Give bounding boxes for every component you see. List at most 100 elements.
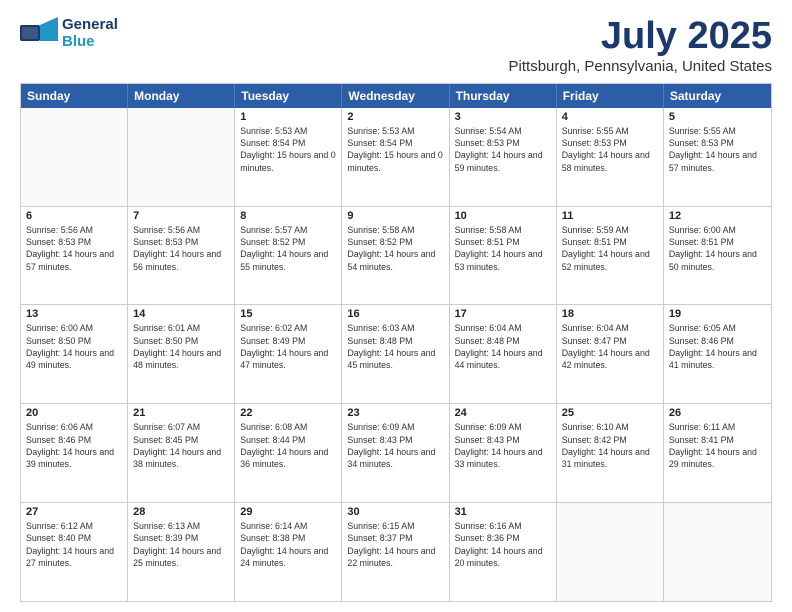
calendar-cell: 22 Sunrise: 6:08 AMSunset: 8:44 PMDayligh… [235,404,342,502]
day-number: 7 [133,210,229,222]
cell-info: Sunrise: 6:12 AMSunset: 8:40 PMDaylight:… [26,520,122,569]
logo: General Blue [20,16,118,50]
calendar-cell: 26 Sunrise: 6:11 AMSunset: 8:41 PMDayligh… [664,404,771,502]
day-number: 27 [26,506,122,518]
cell-info: Sunrise: 6:01 AMSunset: 8:50 PMDaylight:… [133,322,229,371]
cell-info: Sunrise: 5:57 AMSunset: 8:52 PMDaylight:… [240,224,336,273]
calendar-cell [21,108,128,206]
calendar-cell: 14 Sunrise: 6:01 AMSunset: 8:50 PMDayligh… [128,305,235,403]
day-number: 18 [562,308,658,320]
day-number: 2 [347,111,443,123]
calendar-cell: 4 Sunrise: 5:55 AMSunset: 8:53 PMDaylight… [557,108,664,206]
header-day-friday: Friday [557,84,664,108]
day-number: 6 [26,210,122,222]
logo-icon [20,17,58,49]
cell-info: Sunrise: 6:02 AMSunset: 8:49 PMDaylight:… [240,322,336,371]
title-block: July 2025 Pittsburgh, Pennsylvania, Unit… [509,16,772,75]
cell-info: Sunrise: 6:16 AMSunset: 8:36 PMDaylight:… [455,520,551,569]
cell-info: Sunrise: 6:15 AMSunset: 8:37 PMDaylight:… [347,520,443,569]
calendar-cell: 8 Sunrise: 5:57 AMSunset: 8:52 PMDaylight… [235,207,342,305]
calendar-row-1: 6 Sunrise: 5:56 AMSunset: 8:53 PMDaylight… [21,207,771,306]
calendar-cell: 1 Sunrise: 5:53 AMSunset: 8:54 PMDaylight… [235,108,342,206]
day-number: 20 [26,407,122,419]
calendar-cell: 25 Sunrise: 6:10 AMSunset: 8:42 PMDayligh… [557,404,664,502]
cell-info: Sunrise: 5:53 AMSunset: 8:54 PMDaylight:… [240,125,336,174]
calendar-cell: 20Sunrise: 6:06 AMSunset: 8:46 PMDayligh… [21,404,128,502]
calendar-cell: 18 Sunrise: 6:04 AMSunset: 8:47 PMDayligh… [557,305,664,403]
cell-info: Sunrise: 6:08 AMSunset: 8:44 PMDaylight:… [240,421,336,470]
cell-info: Sunrise: 6:07 AMSunset: 8:45 PMDaylight:… [133,421,229,470]
day-number: 11 [562,210,658,222]
cell-info: Sunrise: 6:09 AMSunset: 8:43 PMDaylight:… [455,421,551,470]
header: General Blue July 2025 Pittsburgh, Penns… [20,16,772,75]
header-day-monday: Monday [128,84,235,108]
cell-info: Sunrise: 5:56 AMSunset: 8:53 PMDaylight:… [133,224,229,273]
calendar-cell: 15 Sunrise: 6:02 AMSunset: 8:49 PMDayligh… [235,305,342,403]
calendar-cell: 5 Sunrise: 5:55 AMSunset: 8:53 PMDaylight… [664,108,771,206]
day-number: 5 [669,111,766,123]
day-number: 13 [26,308,122,320]
cell-info: Sunrise: 6:00 AMSunset: 8:51 PMDaylight:… [669,224,766,273]
day-number: 22 [240,407,336,419]
day-number: 17 [455,308,551,320]
cell-info: Sunrise: 5:55 AMSunset: 8:53 PMDaylight:… [562,125,658,174]
cell-info: Sunrise: 6:05 AMSunset: 8:46 PMDaylight:… [669,322,766,371]
header-day-thursday: Thursday [450,84,557,108]
calendar-cell: 29Sunrise: 6:14 AMSunset: 8:38 PMDayligh… [235,503,342,601]
calendar-cell [557,503,664,601]
day-number: 26 [669,407,766,419]
cell-info: Sunrise: 6:03 AMSunset: 8:48 PMDaylight:… [347,322,443,371]
header-day-wednesday: Wednesday [342,84,449,108]
header-day-saturday: Saturday [664,84,771,108]
calendar-cell: 7 Sunrise: 5:56 AMSunset: 8:53 PMDaylight… [128,207,235,305]
day-number: 4 [562,111,658,123]
calendar-row-3: 20Sunrise: 6:06 AMSunset: 8:46 PMDayligh… [21,404,771,503]
cell-info: Sunrise: 5:55 AMSunset: 8:53 PMDaylight:… [669,125,766,174]
calendar-cell: 2 Sunrise: 5:53 AMSunset: 8:54 PMDaylight… [342,108,449,206]
calendar-cell: 17 Sunrise: 6:04 AMSunset: 8:48 PMDayligh… [450,305,557,403]
subtitle: Pittsburgh, Pennsylvania, United States [509,58,772,75]
cell-info: Sunrise: 6:11 AMSunset: 8:41 PMDaylight:… [669,421,766,470]
calendar-cell: 30 Sunrise: 6:15 AMSunset: 8:37 PMDayligh… [342,503,449,601]
day-number: 28 [133,506,229,518]
calendar-cell: 3 Sunrise: 5:54 AMSunset: 8:53 PMDaylight… [450,108,557,206]
day-number: 14 [133,308,229,320]
cell-info: Sunrise: 5:53 AMSunset: 8:54 PMDaylight:… [347,125,443,174]
calendar-row-2: 13 Sunrise: 6:00 AMSunset: 8:50 PMDayligh… [21,305,771,404]
day-number: 19 [669,308,766,320]
page: General Blue July 2025 Pittsburgh, Penns… [0,0,792,612]
day-number: 3 [455,111,551,123]
logo-text-block: General Blue [62,16,118,50]
day-number: 15 [240,308,336,320]
day-number: 12 [669,210,766,222]
calendar-cell: 23Sunrise: 6:09 AMSunset: 8:43 PMDayligh… [342,404,449,502]
day-number: 24 [455,407,551,419]
calendar-cell: 16Sunrise: 6:03 AMSunset: 8:48 PMDayligh… [342,305,449,403]
header-day-tuesday: Tuesday [235,84,342,108]
calendar-row-0: 1 Sunrise: 5:53 AMSunset: 8:54 PMDaylight… [21,108,771,207]
cell-info: Sunrise: 6:04 AMSunset: 8:48 PMDaylight:… [455,322,551,371]
header-day-sunday: Sunday [21,84,128,108]
cell-info: Sunrise: 5:59 AMSunset: 8:51 PMDaylight:… [562,224,658,273]
calendar-cell [128,108,235,206]
calendar-cell: 21 Sunrise: 6:07 AMSunset: 8:45 PMDayligh… [128,404,235,502]
calendar-header: SundayMondayTuesdayWednesdayThursdayFrid… [21,84,771,108]
logo-general: General [62,16,118,33]
day-number: 30 [347,506,443,518]
day-number: 25 [562,407,658,419]
day-number: 21 [133,407,229,419]
cell-info: Sunrise: 6:00 AMSunset: 8:50 PMDaylight:… [26,322,122,371]
calendar-row-4: 27 Sunrise: 6:12 AMSunset: 8:40 PMDayligh… [21,503,771,601]
day-number: 1 [240,111,336,123]
calendar-cell: 10Sunrise: 5:58 AMSunset: 8:51 PMDayligh… [450,207,557,305]
logo-blue: Blue [62,33,95,50]
cell-info: Sunrise: 6:04 AMSunset: 8:47 PMDaylight:… [562,322,658,371]
cell-info: Sunrise: 6:10 AMSunset: 8:42 PMDaylight:… [562,421,658,470]
cell-info: Sunrise: 6:13 AMSunset: 8:39 PMDaylight:… [133,520,229,569]
day-number: 9 [347,210,443,222]
day-number: 8 [240,210,336,222]
cell-info: Sunrise: 5:54 AMSunset: 8:53 PMDaylight:… [455,125,551,174]
cell-info: Sunrise: 5:58 AMSunset: 8:52 PMDaylight:… [347,224,443,273]
day-number: 23 [347,407,443,419]
calendar-cell: 6Sunrise: 5:56 AMSunset: 8:53 PMDaylight… [21,207,128,305]
